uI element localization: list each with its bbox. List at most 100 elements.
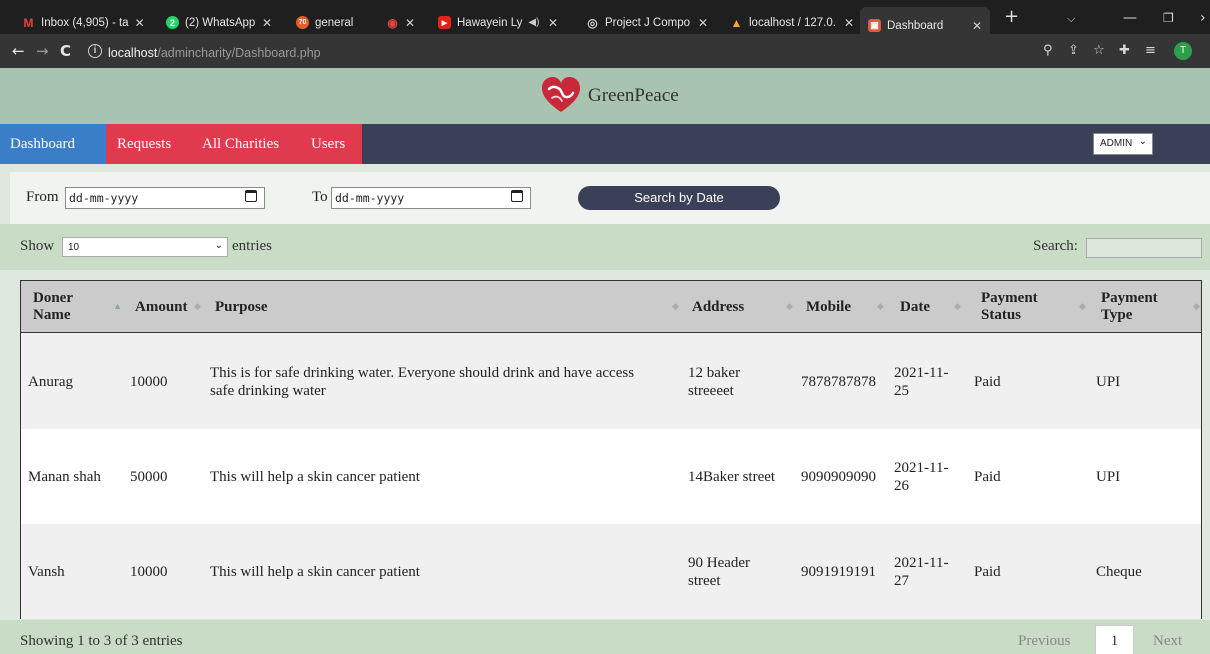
entries-label: entries (232, 238, 272, 254)
entries-select[interactable]: 10 ⌄ (62, 237, 228, 257)
reload-icon[interactable]: C (60, 43, 71, 59)
bookmark-star-icon[interactable]: ☆ (1093, 43, 1105, 58)
url-path: /admincharity/Dashboard.php (157, 46, 321, 60)
site-info-icon[interactable]: i (88, 44, 102, 58)
cell-date: 2021-11- 27 (894, 524, 948, 619)
sort-icon[interactable]: ◆ (877, 301, 884, 312)
tab-title: Project J Compo (605, 16, 691, 29)
header-amount[interactable]: Amount (135, 281, 188, 333)
tab-whatsapp[interactable]: 2 (2) WhatsApp ✕ (158, 9, 280, 36)
cell-payment-status: Paid (974, 468, 1001, 485)
to-date-placeholder: dd-mm-yyyy (335, 191, 405, 205)
admin-select[interactable]: ADMIN ⌄ (1093, 133, 1153, 155)
url-field[interactable]: localhost/admincharity/Dashboard.php (108, 46, 321, 60)
search-input[interactable] (1086, 238, 1202, 258)
sort-icon[interactable]: ◆ (1193, 301, 1200, 312)
close-icon[interactable]: ✕ (262, 16, 272, 30)
from-date-input[interactable]: dd-mm-yyyy (65, 187, 265, 209)
to-label: To (312, 189, 328, 205)
nav-requests[interactable]: Requests (117, 124, 171, 164)
close-window-icon[interactable]: › (1200, 10, 1206, 26)
purpose-line: safe drinking water (210, 382, 326, 399)
header-date[interactable]: Date (900, 281, 930, 333)
share-icon[interactable]: ⇪ (1068, 43, 1079, 58)
zoom-icon[interactable]: ⚲ (1043, 43, 1053, 58)
close-icon[interactable]: ✕ (548, 16, 558, 30)
sort-icon[interactable]: ◆ (194, 301, 201, 312)
cell-amount: 10000 (130, 373, 168, 390)
heart-logo-icon (542, 77, 580, 112)
cell-amount: 10000 (130, 563, 168, 580)
nav-all-charities[interactable]: All Charities (202, 124, 279, 164)
next-button[interactable]: Next (1153, 633, 1182, 650)
tab-project[interactable]: ◎ Project J Compo ✕ (578, 9, 716, 36)
channel-icon: 70 (296, 16, 309, 29)
cell-payment-status: Paid (974, 373, 1001, 390)
table-footer: Showing 1 to 3 of 3 entries Previous 1 N… (0, 620, 1210, 654)
extensions-icon[interactable]: ✚ (1119, 43, 1130, 58)
tab-title: general (315, 16, 354, 29)
nav-dashboard[interactable]: Dashboard (0, 124, 106, 164)
cell-mobile: 9091919191 (801, 563, 876, 580)
forward-icon[interactable]: → (36, 43, 49, 59)
header-payment-status[interactable]: Payment Status (981, 281, 1038, 333)
sort-icon[interactable]: ◆ (1079, 301, 1086, 312)
header-mobile[interactable]: Mobile (806, 281, 851, 333)
tab-title: Inbox (4,905) - ta (41, 16, 129, 29)
close-icon[interactable]: ✕ (405, 16, 415, 30)
tab-record[interactable]: ◉ ✕ (378, 9, 422, 36)
sort-icon[interactable]: ◆ (954, 301, 961, 312)
chevron-down-icon: ⌄ (1138, 136, 1147, 147)
close-icon[interactable]: ✕ (135, 16, 145, 30)
address-line: 12 baker (688, 364, 741, 381)
cell-address: 90 Header street (688, 524, 750, 619)
back-icon[interactable]: ← (12, 43, 25, 59)
tab-general[interactable]: 70 general (288, 9, 370, 36)
minimize-icon[interactable]: — (1123, 10, 1137, 26)
date-line: 2021-11- (894, 364, 949, 381)
close-icon[interactable]: ✕ (972, 19, 982, 33)
table-row: Vansh 10000 This will help a skin cancer… (21, 524, 1201, 619)
date-line: 27 (894, 572, 909, 589)
table-row: Manan shah 50000 This will help a skin c… (21, 429, 1201, 524)
new-tab-button[interactable]: + (1004, 6, 1019, 27)
address-line: street (688, 572, 721, 589)
calendar-icon[interactable] (511, 190, 523, 202)
header-purpose[interactable]: Purpose (215, 281, 268, 333)
to-date-input[interactable]: dd-mm-yyyy (331, 187, 531, 209)
close-icon[interactable]: ✕ (844, 16, 854, 30)
header-payment-type[interactable]: Payment Type (1101, 281, 1158, 333)
header-label: Mobile (806, 298, 851, 315)
brand[interactable]: GreenPeace (540, 76, 679, 116)
sort-asc-icon[interactable]: ▲ (113, 301, 122, 311)
sort-icon[interactable]: ◆ (786, 301, 793, 312)
header-doner-name[interactable]: Doner Name (33, 281, 113, 333)
close-icon[interactable]: ✕ (698, 16, 708, 30)
reading-list-icon[interactable]: ≡ (1145, 43, 1156, 58)
date-filter: From dd-mm-yyyy To dd-mm-yyyy Search by … (10, 172, 1210, 224)
donations-table: Doner Name ▲ Amount ◆ Purpose ◆ Address ◆… (20, 280, 1202, 619)
page-1-button[interactable]: 1 (1095, 625, 1134, 654)
sort-icon[interactable]: ◆ (672, 301, 679, 312)
tab-title: Dashboard (887, 19, 944, 32)
tab-search-icon[interactable]: ⌵ (1067, 12, 1075, 26)
speaker-icon[interactable]: ◀) (528, 17, 539, 28)
profile-avatar[interactable]: T (1174, 42, 1192, 60)
nav-users[interactable]: Users (311, 124, 345, 164)
tab-phpmyadmin[interactable]: ▲ localhost / 127.0. ✕ (722, 9, 862, 36)
search-by-date-button[interactable]: Search by Date (578, 186, 780, 210)
cell-name: Vansh (28, 563, 65, 580)
tab-gmail[interactable]: M Inbox (4,905) - ta ✕ (14, 9, 146, 36)
calendar-icon[interactable] (245, 190, 257, 202)
tab-title: Hawayein Ly (457, 16, 523, 29)
tab-youtube[interactable]: ▶ Hawayein Ly ◀) ✕ (430, 9, 566, 36)
cell-purpose: This will help a skin cancer patient (210, 468, 420, 485)
header-address[interactable]: Address (692, 281, 744, 333)
cell-name: Manan shah (28, 468, 101, 485)
header-label: Payment (981, 290, 1038, 306)
table-row: Anurag 10000 This is for safe drinking w… (21, 334, 1201, 429)
previous-button[interactable]: Previous (1018, 633, 1071, 650)
chevron-down-icon: ⌄ (214, 240, 223, 251)
restore-icon[interactable]: ❐ (1163, 11, 1174, 25)
header-label: Payment (1101, 290, 1158, 306)
